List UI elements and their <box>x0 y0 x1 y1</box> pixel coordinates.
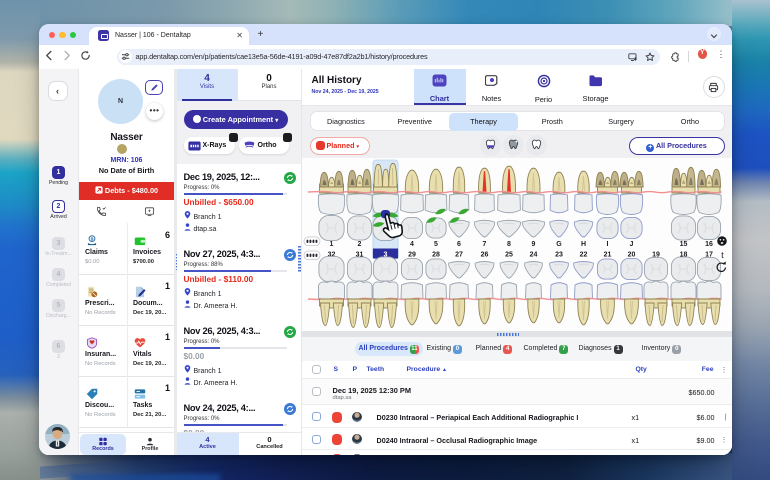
svg-text:4: 4 <box>410 241 414 248</box>
svg-text:8: 8 <box>507 241 511 248</box>
svg-text:24: 24 <box>529 252 537 259</box>
svg-text:27: 27 <box>455 252 463 259</box>
svg-text:G: G <box>556 241 562 248</box>
svg-text:9: 9 <box>531 241 535 248</box>
svg-text:16: 16 <box>705 241 713 248</box>
svg-text:5: 5 <box>434 241 438 248</box>
svg-text:H: H <box>580 241 585 248</box>
svg-text:7: 7 <box>482 241 486 248</box>
svg-text:2: 2 <box>357 241 361 248</box>
svg-text:23: 23 <box>555 252 563 259</box>
svg-text:29: 29 <box>408 252 416 259</box>
svg-text:28: 28 <box>432 252 440 259</box>
svg-text:$: $ <box>91 236 94 241</box>
svg-text:26: 26 <box>480 252 488 259</box>
svg-text:25: 25 <box>505 252 513 259</box>
svg-text:J: J <box>629 241 633 248</box>
svg-text:20: 20 <box>627 252 635 259</box>
svg-text:1: 1 <box>329 241 333 248</box>
svg-text:21: 21 <box>603 252 611 259</box>
svg-text:I: I <box>606 241 608 248</box>
svg-text:6: 6 <box>457 241 461 248</box>
svg-text:15: 15 <box>679 241 687 248</box>
svg-text:22: 22 <box>579 252 587 259</box>
svg-text:t: t <box>721 250 724 261</box>
